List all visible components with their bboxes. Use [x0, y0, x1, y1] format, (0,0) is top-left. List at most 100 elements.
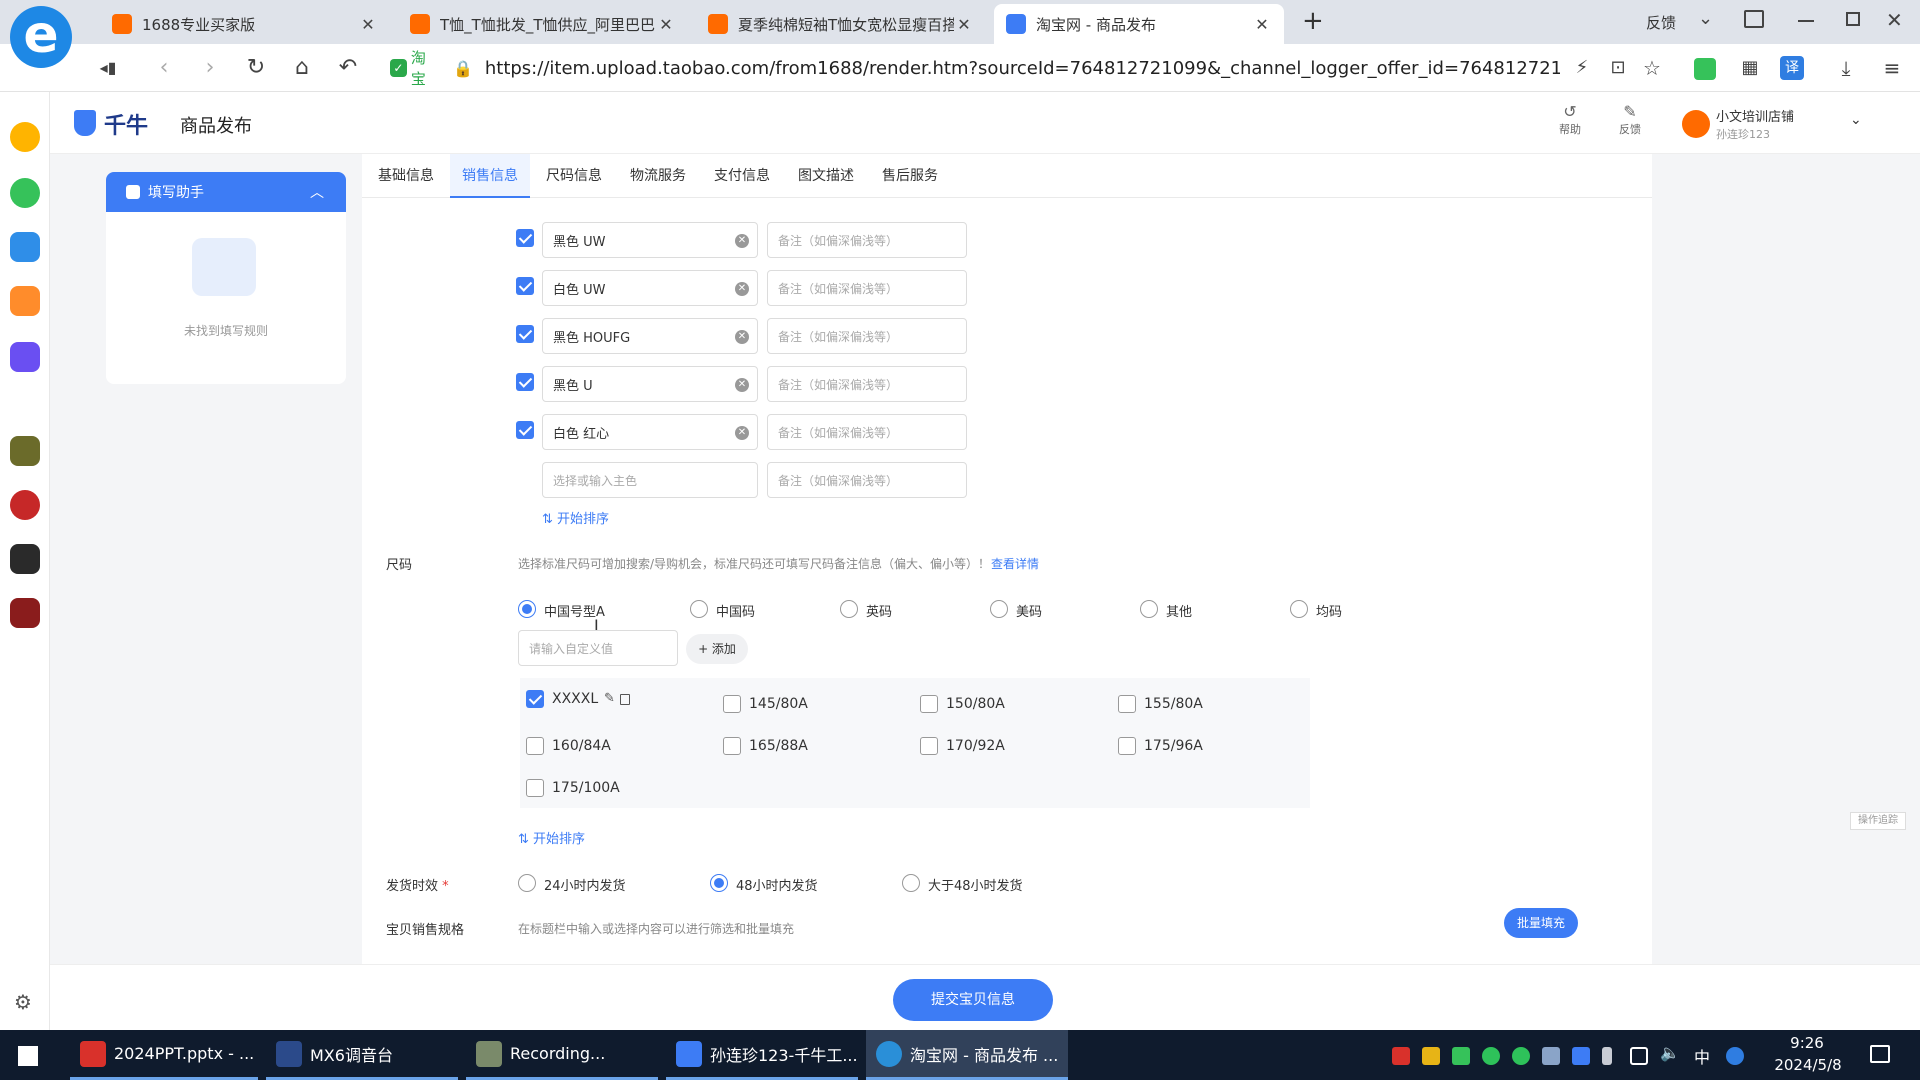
size-checkbox[interactable] [723, 737, 741, 755]
color-field[interactable]: 黑色 U ✕ [542, 366, 758, 402]
grid-apps-icon[interactable]: ▦ [1736, 54, 1764, 82]
color-sort-link[interactable]: ⇅ 开始排序 [542, 508, 609, 527]
tab-1688[interactable]: 1688专业买家版 ✕ [100, 4, 390, 44]
menu-icon[interactable]: ≡ [1878, 54, 1906, 82]
color-checkbox[interactable] [516, 373, 534, 391]
size-details-link[interactable]: 查看详情 [991, 555, 1039, 572]
tab-description[interactable]: 图文描述 [786, 154, 866, 198]
size-checkbox[interactable] [526, 737, 544, 755]
tray-app-icon[interactable] [1422, 1047, 1440, 1065]
operation-trace-tag[interactable]: 操作追踪 [1850, 812, 1906, 830]
size-checkbox[interactable] [1118, 737, 1136, 755]
clock-icon[interactable] [10, 178, 40, 208]
gift-icon[interactable] [1744, 10, 1764, 28]
size-type-radio[interactable] [840, 600, 858, 618]
favorites-star-icon[interactable] [10, 122, 40, 152]
game-app-icon[interactable] [10, 598, 40, 628]
size-type-radio[interactable] [518, 600, 536, 618]
star-icon[interactable]: ☆ [1638, 54, 1666, 82]
tab-taobao-publish[interactable]: 淘宝网 - 商品发布 ✕ [994, 4, 1284, 44]
color-checkbox[interactable] [516, 325, 534, 343]
shop-avatar[interactable] [1682, 110, 1710, 138]
taskbar-item-qianniu[interactable]: 孙连珍123-千牛工... [666, 1030, 858, 1080]
extension-green-icon[interactable] [1694, 58, 1716, 80]
game-controller-icon[interactable] [10, 342, 40, 372]
minimize-icon[interactable] [1798, 20, 1814, 22]
taskbar-item-mixer[interactable]: MX6调音台 [266, 1030, 458, 1080]
volume-icon[interactable]: 🔈 [1660, 1043, 1680, 1062]
briefcase-icon[interactable] [10, 232, 40, 262]
new-tab-button[interactable]: + [1302, 6, 1324, 36]
color-note-field[interactable]: 备注（如偏深偏浅等） [767, 366, 967, 402]
clear-icon[interactable]: ✕ [735, 282, 749, 296]
wps-tray-icon[interactable] [1392, 1047, 1410, 1065]
batch-fill-button[interactable]: 批量填充 [1504, 908, 1578, 938]
size-checkbox[interactable] [920, 695, 938, 713]
delete-icon[interactable] [620, 694, 630, 705]
close-tab-icon[interactable]: ✕ [954, 15, 974, 34]
screenshot-icon[interactable]: ⊡ [1604, 54, 1632, 82]
color-field[interactable]: 白色 红心 ✕ [542, 414, 758, 450]
home-icon[interactable]: ⌂ [288, 54, 316, 82]
size-type-radio[interactable] [1140, 600, 1158, 618]
tab-sales-info[interactable]: 销售信息 [450, 154, 530, 198]
color-field[interactable]: 黑色 UW ✕ [542, 222, 758, 258]
color-note-field[interactable]: 备注（如偏深偏浅等） [767, 270, 967, 306]
size-type-radio[interactable] [690, 600, 708, 618]
taskbar-item-ppt[interactable]: 2024PPT.pptx - ... [70, 1030, 258, 1080]
search-tray-icon[interactable] [1726, 1047, 1744, 1065]
back-icon[interactable]: ‹ [150, 54, 178, 82]
tab-payment[interactable]: 支付信息 [702, 154, 782, 198]
wechat-icon[interactable] [1512, 1047, 1530, 1065]
tools-icon[interactable] [10, 286, 40, 316]
close-window-icon[interactable]: ✕ [1886, 8, 1903, 32]
reload-icon[interactable]: ↻ [242, 54, 270, 82]
undo-icon[interactable]: ↶ [334, 54, 362, 82]
color-field[interactable]: 白色 UW ✕ [542, 270, 758, 306]
color-note-field[interactable]: 备注（如偏深偏浅等） [767, 222, 967, 258]
translate-icon[interactable]: 译 [1780, 56, 1804, 80]
notification-icon[interactable] [1870, 1045, 1890, 1063]
chevron-up-icon[interactable]: ︿ [310, 182, 324, 202]
color-note-field[interactable]: 备注（如偏深偏浅等） [767, 318, 967, 354]
size-checkbox[interactable] [920, 737, 938, 755]
dragon-game-icon[interactable] [10, 544, 40, 574]
shipping-radio[interactable] [902, 874, 920, 892]
clock-time[interactable]: 9:26 [1772, 1034, 1842, 1052]
color-checkbox[interactable] [516, 277, 534, 295]
account-chevron-down-icon[interactable]: ⌄ [1850, 112, 1862, 128]
feedback-button[interactable]: ✎ 反馈 [1612, 102, 1648, 137]
taskbar-item-recording[interactable]: Recording... [466, 1030, 658, 1080]
ime-indicator[interactable]: 中 [1694, 1044, 1710, 1068]
size-sort-link[interactable]: ⇅ 开始排序 [518, 828, 585, 847]
download-icon[interactable]: ⤓ [1832, 54, 1860, 82]
tray-app-icon[interactable] [1452, 1047, 1470, 1065]
game-app-icon[interactable] [10, 436, 40, 466]
size-checkbox[interactable] [723, 695, 741, 713]
browser-feedback-link[interactable]: 反馈 [1646, 12, 1676, 33]
clear-icon[interactable]: ✕ [735, 378, 749, 392]
clear-icon[interactable]: ✕ [735, 330, 749, 344]
new-color-field[interactable]: 选择或输入主色 [542, 462, 758, 498]
chevron-down-icon[interactable]: ⌄ [1698, 8, 1713, 29]
gear-icon[interactable]: ⚙ [14, 990, 32, 1014]
close-tab-icon[interactable]: ✕ [656, 15, 676, 34]
tab-logistics[interactable]: 物流服务 [618, 154, 698, 198]
color-note-field[interactable]: 备注（如偏深偏浅等） [767, 414, 967, 450]
helper-header[interactable]: 填写助手 ︿ [106, 172, 346, 212]
sidebar-toggle-icon[interactable]: ◂▮ [94, 54, 122, 82]
tab-size-info[interactable]: 尺码信息 [534, 154, 614, 198]
size-checkbox[interactable] [526, 779, 544, 797]
qianniu-tray-icon[interactable] [1572, 1047, 1590, 1065]
clear-icon[interactable]: ✕ [735, 426, 749, 440]
clear-icon[interactable]: ✕ [735, 234, 749, 248]
color-note-field[interactable]: 备注（如偏深偏浅等） [767, 462, 967, 498]
lightning-icon[interactable]: ⚡ [1568, 54, 1596, 82]
restore-icon[interactable] [1846, 12, 1860, 26]
clock-date[interactable]: 2024/5/8 [1768, 1056, 1848, 1074]
size-checkbox[interactable] [1118, 695, 1136, 713]
tab-tshirt-wholesale[interactable]: T恤_T恤批发_T恤供应_阿里巴巴 ✕ [398, 4, 688, 44]
color-checkbox[interactable] [516, 421, 534, 439]
color-checkbox[interactable] [516, 229, 534, 247]
size-type-radio[interactable] [990, 600, 1008, 618]
